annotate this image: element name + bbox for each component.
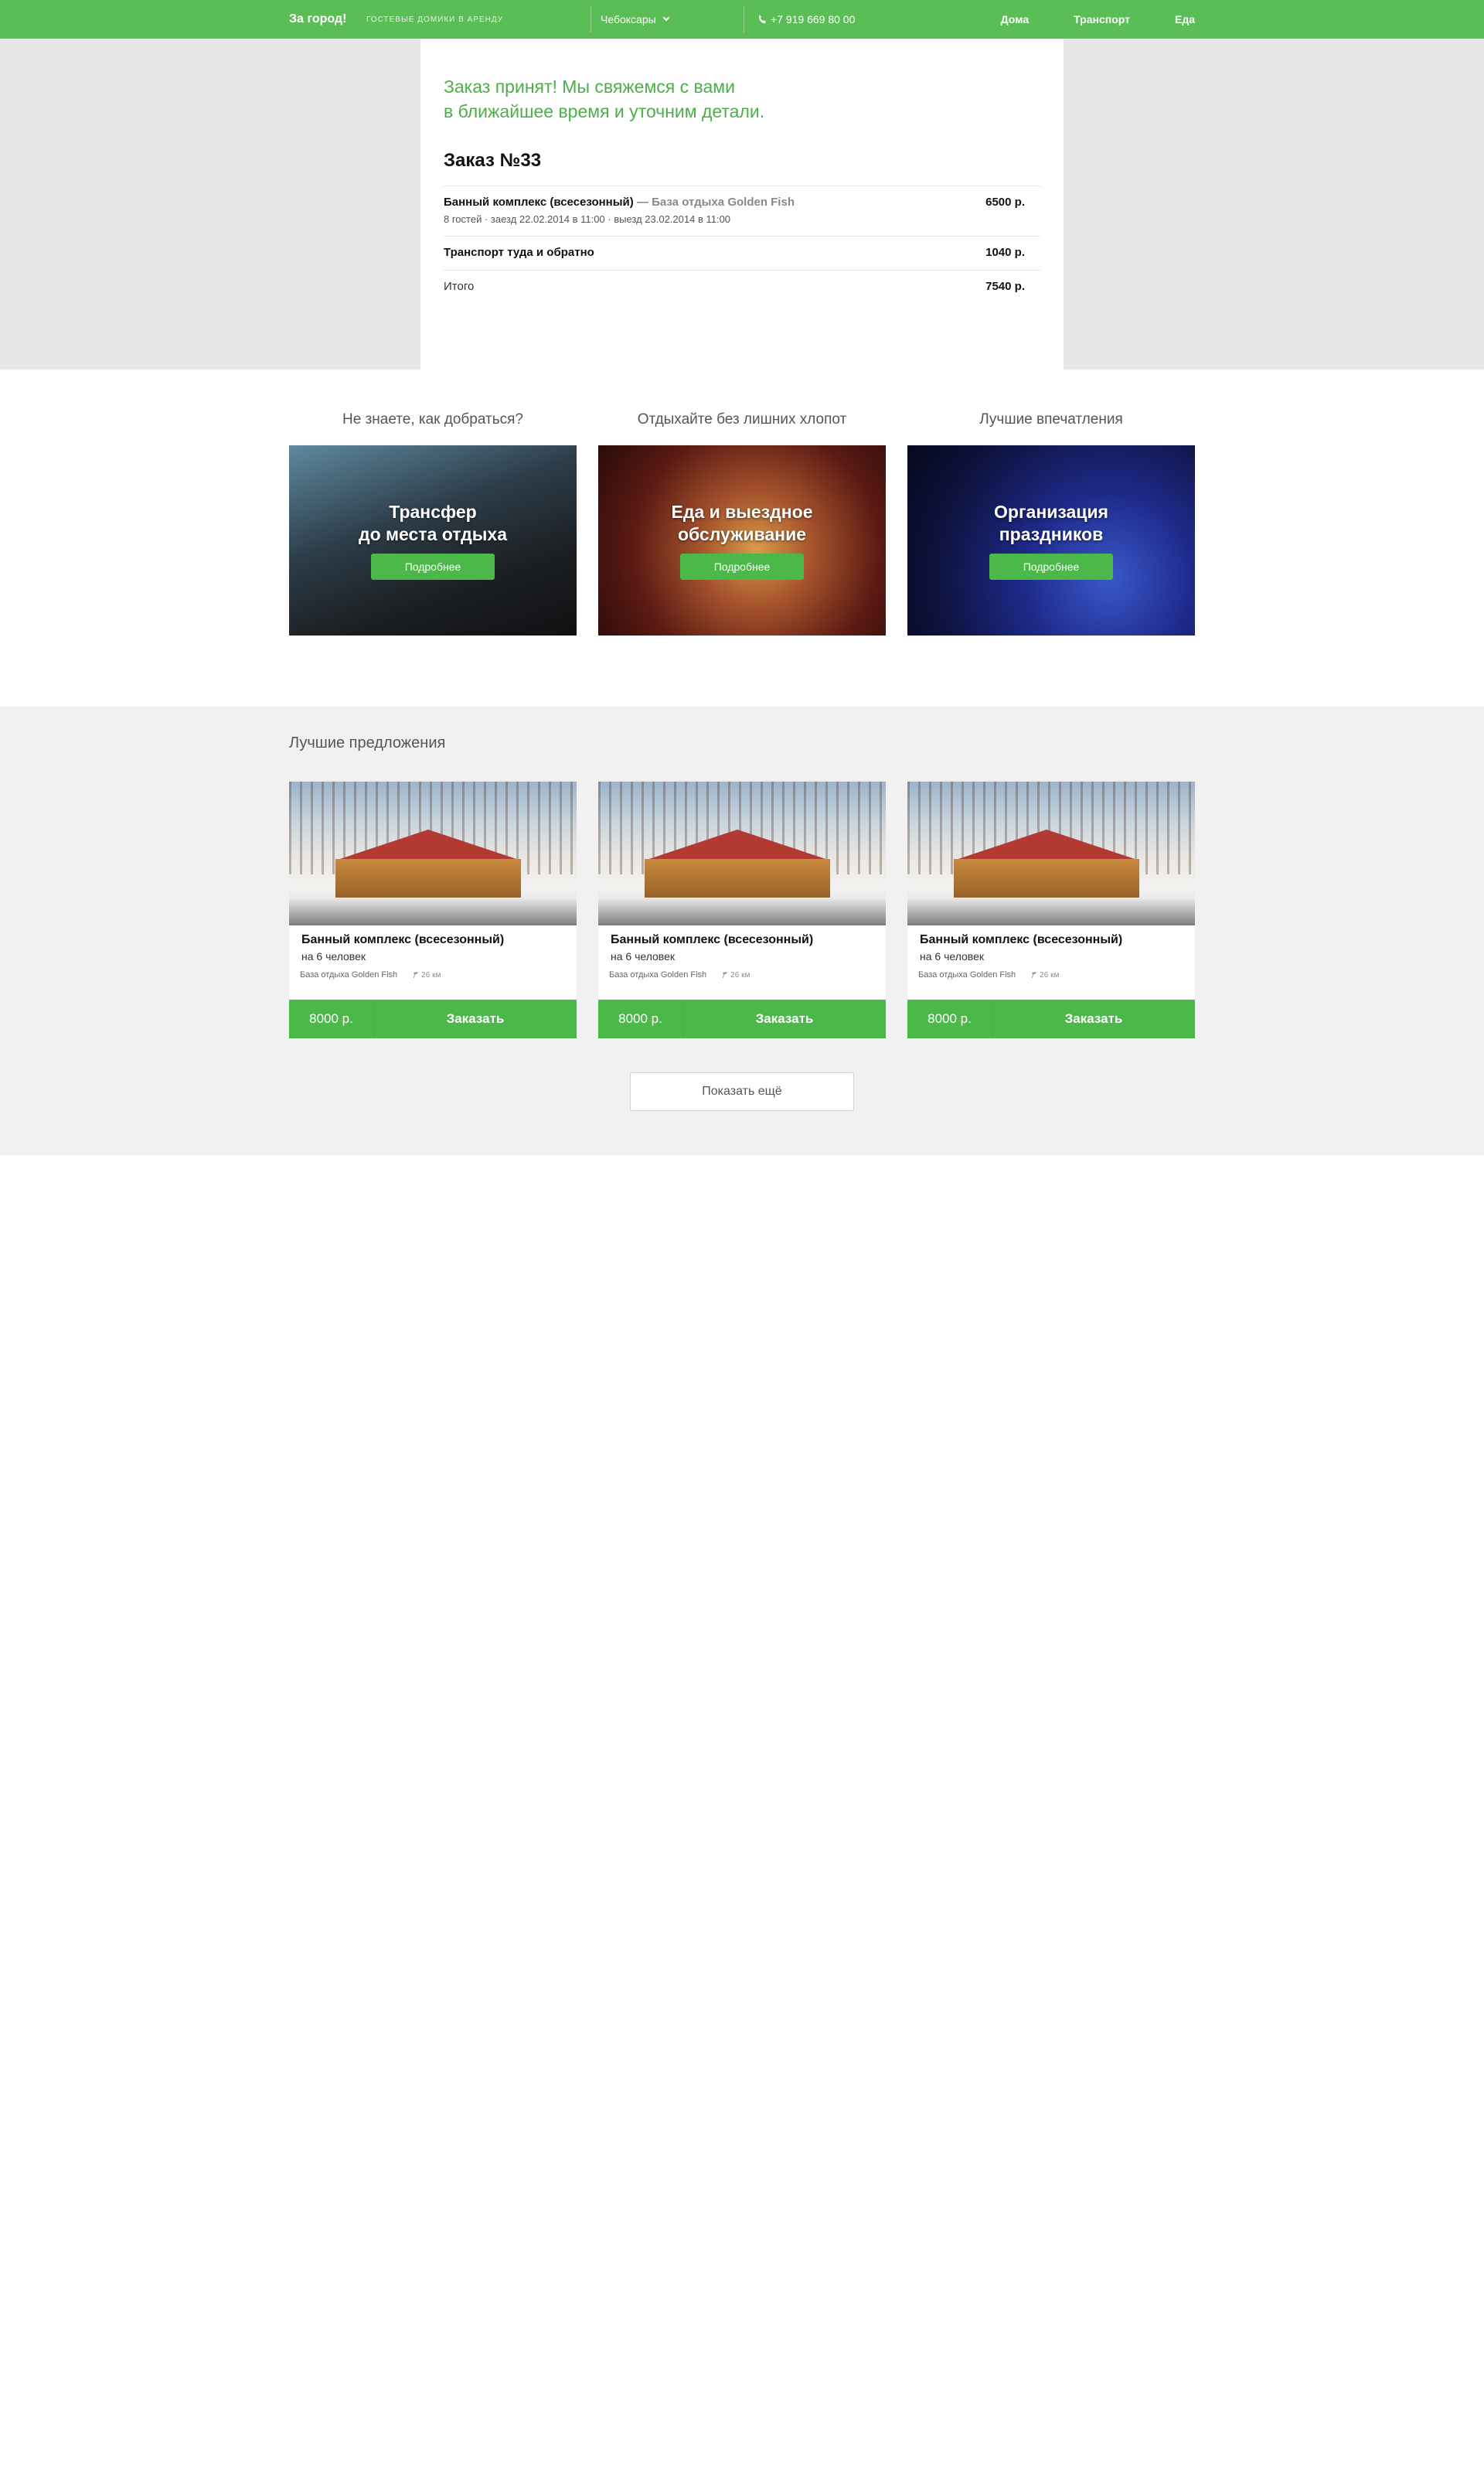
offer-card: Банный комплекс (всесезонный) на 6 челов… (598, 782, 886, 1038)
offer-name[interactable]: Банный комплекс (всесезонный) (301, 933, 564, 947)
offer-image[interactable] (289, 782, 577, 925)
nav-item-houses[interactable]: Дома (1001, 13, 1029, 26)
service-image: Трансфер до места отдыха Подробнее (289, 445, 577, 636)
offers-title: Лучшие предложения (289, 734, 446, 751)
offer-price: 8000 р. (907, 1000, 992, 1038)
order-item-details: 8 гостей · заезд 22.02.2014 в 11:00 · вы… (444, 213, 731, 225)
offer-capacity: на 6 человек (301, 950, 366, 963)
order-total-label: Итого (444, 280, 475, 293)
site-header: За город! ГОСТЕВЫЕ ДОМИКИ В АРЕНДУ Чебок… (0, 0, 1484, 39)
logo[interactable]: За город! (289, 12, 366, 26)
service-title: Трансфер до места отдыха (358, 502, 508, 544)
show-more-button[interactable]: Показать ещё (630, 1072, 854, 1111)
order-row-total: Итого 7540 р. (444, 270, 1040, 304)
order-button[interactable]: Заказать (683, 1000, 886, 1038)
city-selector[interactable]: Чебоксары (591, 13, 744, 26)
offer-price: 8000 р. (598, 1000, 683, 1038)
service-more-button[interactable]: Подробнее (680, 554, 804, 580)
service-more-button[interactable]: Подробнее (371, 554, 495, 580)
service-question: Не знаете, как добраться? (342, 411, 523, 428)
order-title: Заказ №33 (444, 150, 542, 171)
services-section: Не знаете, как добраться? Трансфер до ме… (0, 370, 1484, 707)
chevron-down-icon (662, 14, 669, 22)
order-transport-label: Транспорт туда и обратно (444, 246, 594, 259)
service-card-food: Отдыхайте без лишних хлопот Еда и выездн… (598, 411, 886, 636)
service-question: Лучшие впечатления (979, 411, 1123, 428)
service-image: Еда и выездное обслуживание Подробнее (598, 445, 886, 636)
phone-icon (759, 15, 766, 24)
offer-name[interactable]: Банный комплекс (всесезонный) (611, 933, 873, 947)
offer-distance: 26 км (722, 971, 750, 980)
order-row-item: Банный комплекс (всесезонный) — База отд… (444, 186, 1040, 236)
main-nav: Дома Транспорт Еда (956, 13, 1195, 26)
offer-price: 8000 р. (289, 1000, 374, 1038)
offer-name[interactable]: Банный комплекс (всесезонный) (920, 933, 1183, 947)
offer-capacity: на 6 человек (920, 950, 985, 963)
order-transport-price: 1040 р. (985, 246, 1025, 259)
offer-card: Банный комплекс (всесезонный) на 6 челов… (289, 782, 577, 1038)
service-card-events: Лучшие впечатления Организация празднико… (907, 411, 1195, 636)
offer-distance-value: 26 км (730, 970, 751, 980)
order-row-transport: Транспорт туда и обратно 1040 р. (444, 236, 1040, 270)
offer-capacity: на 6 человек (611, 950, 676, 963)
pin-icon (414, 972, 419, 978)
service-title: Организация праздников (994, 502, 1108, 544)
offer-place: База отдыха Golden Fish (300, 970, 398, 980)
order-confirmation: Заказ принят! Мы свяжемся с вами в ближа… (444, 77, 765, 121)
service-question: Отдыхайте без лишних хлопот (637, 411, 847, 428)
order-button[interactable]: Заказать (374, 1000, 577, 1038)
offer-distance: 26 км (413, 971, 441, 980)
service-title: Еда и выездное обслуживание (671, 502, 813, 544)
offer-card: Банный комплекс (всесезонный) на 6 челов… (907, 782, 1195, 1038)
order-item-info: Банный комплекс (всесезонный) — База отд… (444, 196, 795, 225)
order-item-price: 6500 р. (985, 196, 1025, 209)
city-label: Чебоксары (601, 13, 656, 26)
offer-image[interactable] (598, 782, 886, 925)
order-section: Заказ принят! Мы свяжемся с вами в ближа… (0, 39, 1484, 370)
service-image: Организация праздников Подробнее (907, 445, 1195, 636)
pin-icon (1032, 972, 1037, 978)
offer-place: База отдыха Golden Fish (609, 970, 707, 980)
order-item-name: Банный комплекс (всесезонный) (444, 196, 634, 209)
order-card: Заказ принят! Мы свяжемся с вами в ближа… (420, 39, 1064, 370)
order-total-price: 7540 р. (985, 280, 1025, 293)
service-more-button[interactable]: Подробнее (989, 554, 1113, 580)
nav-item-food[interactable]: Еда (1175, 13, 1195, 26)
phone[interactable]: +7 919 669 80 00 (744, 13, 956, 26)
offer-image[interactable] (907, 782, 1195, 925)
phone-number: +7 919 669 80 00 (771, 13, 856, 26)
offer-distance-value: 26 км (421, 970, 441, 980)
offer-place: База отдыха Golden Fish (918, 970, 1016, 980)
service-card-transfer: Не знаете, как добраться? Трансфер до ме… (289, 411, 577, 636)
pin-icon (723, 972, 728, 978)
offers-section: Лучшие предложения Банный комплекс (всес… (0, 707, 1484, 1155)
offer-distance: 26 км (1031, 971, 1059, 980)
order-button[interactable]: Заказать (992, 1000, 1195, 1038)
nav-item-transport[interactable]: Транспорт (1074, 13, 1130, 26)
order-transport-info: Транспорт туда и обратно (444, 246, 594, 259)
tagline: ГОСТЕВЫЕ ДОМИКИ В АРЕНДУ (366, 15, 504, 24)
order-item-place: — База отдыха Golden Fish (636, 196, 795, 209)
offer-distance-value: 26 км (1040, 970, 1060, 980)
